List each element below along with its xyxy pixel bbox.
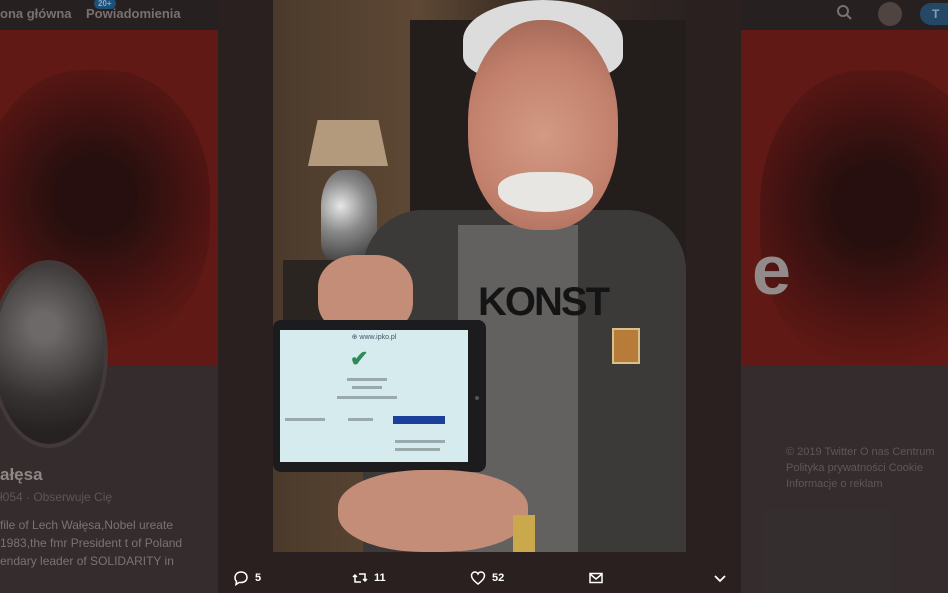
retweet-icon — [352, 573, 368, 583]
reply-icon — [234, 571, 248, 586]
tablet-text-line — [337, 396, 397, 399]
tweet-photo: KONST ⊕ www.ipko.pl ✔ — [273, 0, 686, 552]
shirt-text: KONST — [478, 280, 610, 324]
retweet-button[interactable]: 11 — [352, 570, 386, 586]
mail-icon — [589, 572, 603, 584]
tablet-text-line — [395, 440, 445, 443]
tablet-text-line — [285, 418, 325, 421]
like-button[interactable]: 52 — [470, 570, 504, 586]
reply-count: 5 — [255, 572, 262, 584]
heart-icon — [470, 571, 486, 585]
chevron-down-icon — [714, 575, 726, 583]
tweet-action-bar: 5 11 52 — [218, 565, 741, 593]
lapel-pin — [612, 328, 640, 364]
direct-message-button[interactable] — [588, 570, 604, 586]
tablet-text-line — [348, 418, 373, 421]
checkmark-icon: ✔ — [350, 346, 369, 371]
tablet-device: ⊕ www.ipko.pl ✔ — [273, 320, 486, 472]
person-hand-lower — [338, 470, 528, 552]
more-options-button[interactable] — [712, 570, 728, 586]
wristwatch — [513, 515, 535, 552]
lamp-shade — [308, 120, 388, 166]
person-mustache — [498, 172, 593, 212]
tablet-blue-button — [393, 416, 445, 424]
retweet-count: 11 — [374, 572, 386, 584]
tablet-screen: ⊕ www.ipko.pl ✔ — [280, 330, 468, 462]
tablet-home-button — [475, 396, 479, 400]
like-count: 52 — [492, 572, 505, 584]
tablet-text-line — [352, 386, 382, 389]
tablet-url: ⊕ www.ipko.pl — [351, 334, 397, 341]
tablet-text-line — [395, 448, 440, 451]
tablet-text-line — [347, 378, 387, 381]
reply-button[interactable]: 5 — [233, 570, 261, 586]
